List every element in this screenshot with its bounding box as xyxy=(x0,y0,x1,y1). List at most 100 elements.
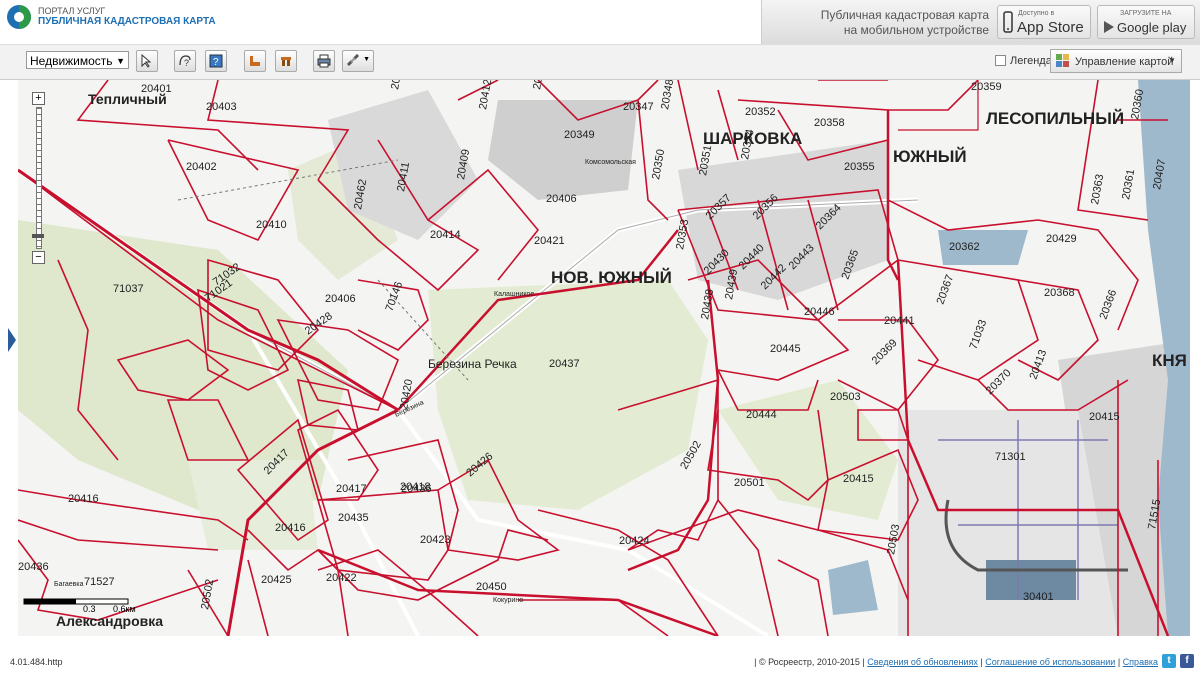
parcel-label: 20401 xyxy=(141,83,172,95)
map-grid-icon xyxy=(1056,54,1069,67)
version-label: 4.01.484.http xyxy=(10,657,63,667)
legend-checkbox[interactable] xyxy=(995,55,1006,66)
parcel-label: 20358 xyxy=(814,117,845,129)
help-link[interactable]: Справка xyxy=(1123,657,1158,667)
district-label: Березина Речка xyxy=(428,357,517,371)
parcel-label: 71037 xyxy=(113,283,144,295)
object-type-select[interactable]: Недвижимость ▼ xyxy=(26,51,129,69)
dropdown-arrow-icon: ▼ xyxy=(1168,56,1176,65)
parcel-label: 20424 xyxy=(619,535,650,547)
info-question-icon: ? xyxy=(209,54,223,68)
district-label: ЮЖНЫЙ xyxy=(893,147,967,166)
terms-link[interactable]: Соглашение об использовании xyxy=(985,657,1115,667)
parcel-label: 20416 xyxy=(68,493,99,505)
map-canvas[interactable]: ТепличныйШАРКОВКАЛЕСОПИЛЬНЫЙЮЖНЫЙНОВ. ЮЖ… xyxy=(18,80,1190,636)
parcel-label: 20410 xyxy=(256,219,287,231)
facebook-icon[interactable]: f xyxy=(1180,654,1194,668)
parcel-label: 20445 xyxy=(770,343,801,355)
identify-tool-button[interactable] xyxy=(136,50,158,72)
zoom-slider[interactable] xyxy=(32,107,44,249)
parcel-label: 20355 xyxy=(844,161,875,173)
layers-icon xyxy=(281,57,291,66)
cursor-question-icon xyxy=(141,54,152,68)
parcel-label: 20402 xyxy=(186,161,217,173)
parcel-label: 20368 xyxy=(1044,287,1075,299)
portal-logo[interactable]: ПОРТАЛ УСЛУГ ПУБЛИЧНАЯ КАДАСТРОВАЯ КАРТА xyxy=(6,4,216,30)
parcel-label: 20421 xyxy=(534,235,565,247)
print-button[interactable] xyxy=(313,50,335,72)
dropdown-arrow-icon: ▼ xyxy=(116,56,125,66)
zoom-slider-thumb[interactable] xyxy=(32,234,44,238)
logo-line2: ПУБЛИЧНАЯ КАДАСТРОВАЯ КАРТА xyxy=(38,16,216,27)
page-footer: 4.01.484.http | © Росреестр, 2010-2015 |… xyxy=(0,650,1200,675)
parcel-label: 20450 xyxy=(476,581,507,593)
parcel-label: 20362 xyxy=(949,241,980,253)
place-label: Кокурино xyxy=(493,597,523,604)
legend-label: Легенда xyxy=(1010,55,1052,67)
map-toolbar: Недвижимость ▼ ? ? ▼ Легенда Управление … xyxy=(0,45,1200,80)
area-query-button[interactable]: ? xyxy=(174,50,196,72)
play-icon xyxy=(1104,21,1114,33)
svg-text:?: ? xyxy=(184,58,189,68)
link-button[interactable]: ▼ xyxy=(342,50,374,72)
ruler-icon xyxy=(250,56,260,66)
parcel-label: 20406 xyxy=(325,293,356,305)
parcel-label: 20425 xyxy=(261,574,292,586)
scale-label-0-6: 0.6км xyxy=(113,604,136,614)
parcel-label: 20347 xyxy=(623,101,654,113)
district-label: КНЯ xyxy=(1152,351,1187,370)
layers-button[interactable] xyxy=(275,50,297,72)
parcel-label: 20417 xyxy=(336,483,367,495)
parcel-label: 20352 xyxy=(745,106,776,118)
zoom-in-button[interactable]: + xyxy=(32,92,45,105)
parcel-label: 71301 xyxy=(995,451,1026,463)
parcel-label: 20415 xyxy=(843,473,874,485)
side-panel-toggle-arrow-icon[interactable] xyxy=(8,328,16,352)
updates-link[interactable]: Сведения об обновлениях xyxy=(867,657,978,667)
parcel-label: 20359 xyxy=(971,81,1002,93)
parcel-label: 20441 xyxy=(884,315,915,327)
info-query-button[interactable]: ? xyxy=(205,50,227,72)
scale-label-0-3: 0.3 xyxy=(83,604,96,614)
phone-icon xyxy=(1003,11,1013,33)
district-label: ЛЕСОПИЛЬНЫЙ xyxy=(986,109,1124,128)
place-label: Комсомольская xyxy=(585,159,636,166)
portal-logo-icon xyxy=(6,4,32,30)
parcel-label: 20406 xyxy=(546,193,577,205)
logo-line1: ПОРТАЛ УСЛУГ xyxy=(38,6,106,16)
parcel-label: 20435 xyxy=(338,512,369,524)
parcel-label: 71527 xyxy=(84,576,115,588)
cadastral-map[interactable]: Тепличный ШАРКОВКА ЛЕСОПИЛЬНЫЙ ЮЖНЫЙ НОВ. ЮЖ… xyxy=(18,80,1190,636)
measure-button[interactable] xyxy=(244,50,266,72)
parcel-label: 20403 xyxy=(206,101,237,113)
parcel-label: 20503 xyxy=(830,391,861,403)
parcel-label: 20414 xyxy=(430,229,461,241)
district-label: Александровка xyxy=(56,613,163,629)
googleplay-button[interactable]: ЗАГРУЗИТЕ НА Google play xyxy=(1097,5,1195,39)
parcel-label: 20446 xyxy=(804,306,835,318)
parcel-label: 20423 xyxy=(420,534,451,546)
parcel-label: 20444 xyxy=(746,409,777,421)
zoom-control: + − xyxy=(32,92,46,264)
zoom-out-button[interactable]: − xyxy=(32,251,45,264)
dropdown-arrow-icon: ▼ xyxy=(363,56,370,63)
appstore-button[interactable]: Доступно в App Store xyxy=(997,5,1091,39)
svg-text:?: ? xyxy=(213,57,219,68)
footer-links: | © Росреестр, 2010-2015 | Сведения об о… xyxy=(754,657,1158,667)
district-label: НОВ. ЮЖНЫЙ xyxy=(551,268,672,287)
parcel-label: 20349 xyxy=(564,129,595,141)
parcel-label: 20437 xyxy=(549,358,580,370)
twitter-icon[interactable]: t xyxy=(1162,654,1176,668)
map-control-dropdown[interactable]: Управление картой ▼ xyxy=(1050,49,1182,73)
parcel-label: 20422 xyxy=(326,572,357,584)
mobile-app-promo-text: Публичная кадастровая карта на мобильном… xyxy=(820,8,989,37)
parcel-label: 20436 xyxy=(401,483,432,495)
parcel-label: 20415 xyxy=(1089,411,1120,423)
parcel-label: 20416 xyxy=(275,522,306,534)
lasso-question-icon: ? xyxy=(179,55,191,68)
parcel-label: 30401 xyxy=(1023,591,1054,603)
place-label: Багаевка xyxy=(54,581,84,588)
parcel-label: 20501 xyxy=(734,477,765,489)
page-header: ПОРТАЛ УСЛУГ ПУБЛИЧНАЯ КАДАСТРОВАЯ КАРТА… xyxy=(0,0,1200,45)
parcel-label: 20436 xyxy=(18,561,49,573)
